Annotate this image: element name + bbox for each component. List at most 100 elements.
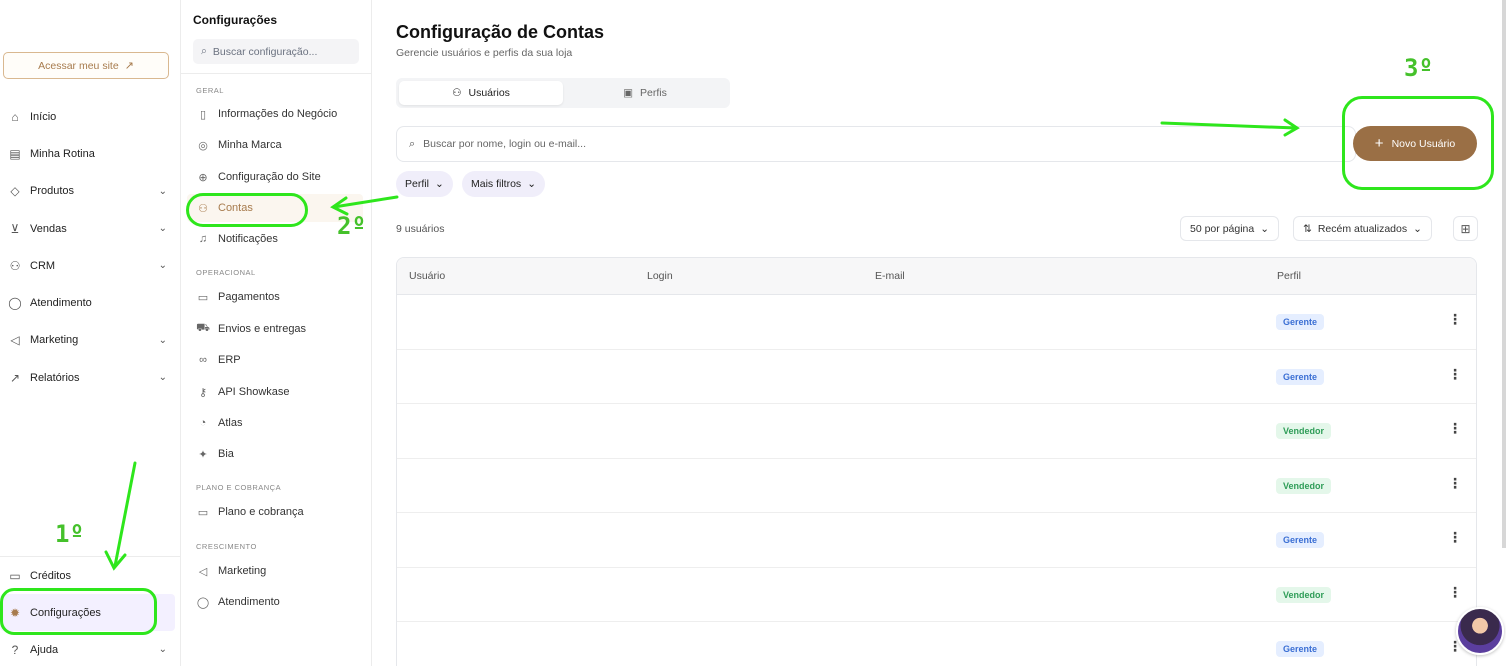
per-page-select[interactable]: 50 por página ⌄: [1180, 216, 1280, 241]
sidebar-item-label: Relatórios: [30, 371, 80, 384]
settings-item-atendimento[interactable]: ◯ Atendimento: [187, 588, 363, 616]
tab-perfis[interactable]: ▣ Perfis: [563, 81, 727, 105]
sidebar-item-produtos[interactable]: ◇ Produtos ⌄: [0, 173, 181, 210]
sort-icon: ⇅: [1303, 222, 1312, 235]
grid-view-button[interactable]: ⊞: [1453, 216, 1478, 241]
sort-label: Recém atualizados: [1317, 222, 1408, 235]
sidebar-item-label: Produtos: [30, 185, 75, 198]
sidebar-item-marketing[interactable]: ◁ Marketing ⌄: [0, 322, 181, 359]
table-row[interactable]: Gerente ⋮: [397, 622, 1476, 666]
settings-panel-title: Configurações: [193, 13, 278, 27]
chevron-down-icon: ⌄: [1260, 222, 1270, 235]
chevron-down-icon: ⌄: [158, 185, 167, 197]
sidebar-item-label: CRM: [30, 259, 56, 272]
plus-icon: +: [1374, 135, 1384, 152]
settings-item-marketing[interactable]: ◁ Marketing: [187, 557, 363, 585]
sidebar-item-configuracoes[interactable]: ✹ Configurações: [0, 594, 175, 631]
table-row[interactable]: Gerente ⋮: [397, 513, 1476, 568]
chevron-down-icon: ⌄: [158, 644, 167, 655]
page-title: Configuração de Contas: [396, 22, 605, 42]
settings-item-api-showkase[interactable]: ⚷ API Showkase: [187, 378, 363, 406]
column-header-login[interactable]: Login: [647, 270, 673, 282]
sidebar-item-label: Configurações: [30, 606, 101, 619]
sidebar-item-atendimento[interactable]: ◯ Atendimento: [0, 284, 181, 321]
column-header-email[interactable]: E-mail: [875, 270, 905, 282]
sidebar-item-label: Início: [30, 110, 57, 123]
settings-item-notificacoes[interactable]: ♫ Notificações: [187, 225, 363, 253]
bell-icon: ♫: [198, 233, 208, 245]
visit-site-button[interactable]: Acessar meu site ↗: [3, 52, 169, 79]
user-count: 9 usuários: [396, 223, 445, 235]
sidebar-item-ajuda[interactable]: ? Ajuda ⌄: [0, 631, 181, 666]
chevron-down-icon: ⌄: [158, 223, 167, 235]
sort-select[interactable]: ⇅ Recém atualizados ⌄: [1293, 216, 1432, 241]
settings-item-label: Marketing: [218, 565, 267, 577]
search-icon: ⌕: [409, 137, 416, 150]
table-row[interactable]: Vendedor ⋮: [397, 404, 1476, 459]
id-card-icon: ▣: [623, 87, 634, 99]
status-badge: Vendedor: [1276, 586, 1332, 603]
chevron-down-icon: ⌄: [527, 178, 536, 190]
column-header-usuario[interactable]: Usuário: [409, 270, 445, 282]
search-icon: ⌕: [201, 45, 207, 57]
settings-item-atlas[interactable]: ◔ Atlas: [187, 409, 363, 437]
settings-item-contas[interactable]: ⚇ Contas: [187, 194, 363, 222]
palette-icon: ◔: [199, 417, 207, 429]
settings-item-configuracao-site[interactable]: ⊕ Configuração do Site: [187, 163, 363, 191]
settings-item-label: Minha Marca: [218, 139, 282, 151]
sidebar-item-creditos[interactable]: ▭ Créditos: [0, 557, 181, 594]
table-row[interactable]: Vendedor ⋮: [397, 568, 1476, 622]
scrollbar[interactable]: [1502, 0, 1506, 548]
sidebar-item-relatorios[interactable]: ↗ Relatórios ⌄: [0, 359, 181, 396]
status-badge: Vendedor: [1276, 477, 1332, 494]
sidebar-bottom-nav: ▭ Créditos ✹ Configurações ? Ajuda ⌄: [0, 556, 181, 666]
megaphone-icon: ◁: [198, 565, 208, 578]
table-row[interactable]: Vendedor ⋮: [397, 459, 1476, 513]
chat-icon: ◯: [8, 296, 22, 311]
table-row[interactable]: Gerente ⋮: [397, 295, 1476, 350]
sidebar-item-label: Créditos: [30, 569, 71, 582]
filter-mais-filtros[interactable]: Mais filtros ⌄: [462, 171, 545, 197]
section-label-geral: GERAL: [196, 86, 224, 95]
assistant-avatar[interactable]: [1456, 607, 1504, 655]
sidebar-item-inicio[interactable]: ⌂ Início: [0, 98, 181, 135]
table-row[interactable]: Gerente ⋮: [397, 350, 1476, 404]
status-badge: Gerente: [1276, 532, 1325, 548]
key-icon: ⚷: [198, 386, 208, 399]
settings-item-bia[interactable]: ✦ Bia: [187, 440, 363, 468]
divider: [181, 73, 372, 74]
new-user-button[interactable]: + Novo Usuário: [1353, 126, 1477, 161]
tag-icon: ◇: [10, 184, 20, 199]
status-badge: Vendedor: [1276, 423, 1332, 439]
more-vertical-icon[interactable]: ⋮: [1448, 311, 1462, 328]
settings-item-pagamentos[interactable]: ▭ Pagamentos: [187, 283, 363, 311]
settings-item-label: Bia: [218, 448, 234, 460]
user-search-input[interactable]: [423, 138, 1324, 150]
settings-item-minha-marca[interactable]: ◎ Minha Marca: [187, 131, 363, 159]
settings-item-erp[interactable]: ∞ ERP: [187, 346, 363, 374]
per-page-label: 50 por página: [1190, 222, 1255, 235]
column-header-perfil[interactable]: Perfil: [1277, 270, 1301, 282]
users-icon: ⚇: [9, 258, 21, 273]
chevron-down-icon: ⌄: [158, 334, 167, 346]
settings-item-label: Notificações: [218, 233, 278, 245]
truck-icon: ⛟: [196, 322, 210, 334]
settings-item-plano-cobranca[interactable]: ▭ Plano e cobrança: [187, 498, 363, 526]
settings-item-envios[interactable]: ⛟ Envios e entregas: [187, 315, 363, 343]
settings-item-informacoes-negocio[interactable]: ▯ Informações do Negócio: [187, 100, 363, 128]
more-vertical-icon[interactable]: ⋮: [1448, 475, 1462, 492]
filter-perfil[interactable]: Perfil ⌄: [396, 171, 453, 197]
chart-icon: ↗: [9, 370, 21, 385]
settings-search-input[interactable]: [212, 45, 343, 58]
sidebar-item-vendas[interactable]: ⊻ Vendas ⌄: [0, 210, 181, 247]
visit-site-label: Acessar meu site: [38, 59, 119, 72]
more-vertical-icon[interactable]: ⋮: [1448, 584, 1462, 601]
sidebar-item-minha-rotina[interactable]: ▤ Minha Rotina: [0, 135, 181, 172]
tab-usuarios[interactable]: ⚇ Usuários: [399, 81, 563, 105]
chevron-down-icon: ⌄: [1413, 222, 1422, 235]
more-vertical-icon[interactable]: ⋮: [1448, 366, 1462, 383]
sidebar-item-label: Marketing: [30, 334, 79, 347]
sidebar-item-crm[interactable]: ⚇ CRM ⌄: [0, 247, 181, 284]
more-vertical-icon[interactable]: ⋮: [1448, 420, 1462, 437]
more-vertical-icon[interactable]: ⋮: [1448, 529, 1462, 546]
